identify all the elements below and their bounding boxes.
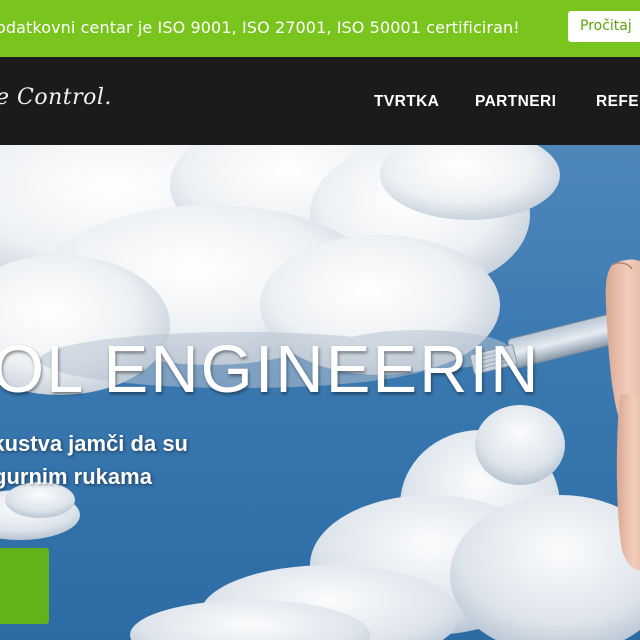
- read-more-button[interactable]: Pročitaj: [568, 11, 640, 42]
- hero-subtitle: iskustva jamči da su gurnim rukama: [0, 427, 214, 493]
- nav-item-reference[interactable]: REFE: [596, 93, 639, 111]
- main-navbar: e Control. TVRTKA PARTNERI REFE: [0, 57, 640, 145]
- hero-subtitle-line-2: gurnim rukama: [0, 464, 152, 489]
- nav-item-tvrtka[interactable]: TVRTKA: [374, 93, 439, 111]
- logo[interactable]: e Control.: [0, 85, 112, 110]
- page: odatkovni centar je ISO 9001, ISO 27001,…: [0, 0, 640, 640]
- announcement-text: odatkovni centar je ISO 9001, ISO 27001,…: [0, 18, 520, 37]
- announcement-bar: odatkovni centar je ISO 9001, ISO 27001,…: [0, 0, 640, 57]
- hero-subtitle-line-1: iskustva jamči da su: [0, 431, 188, 456]
- hero-title: OL ENGINEERIN: [0, 332, 541, 407]
- hero-banner: OL ENGINEERIN iskustva jamči da su gurni…: [0, 145, 640, 640]
- nav-item-partneri[interactable]: PARTNERI: [475, 93, 556, 111]
- hero-cta-button[interactable]: [0, 548, 49, 624]
